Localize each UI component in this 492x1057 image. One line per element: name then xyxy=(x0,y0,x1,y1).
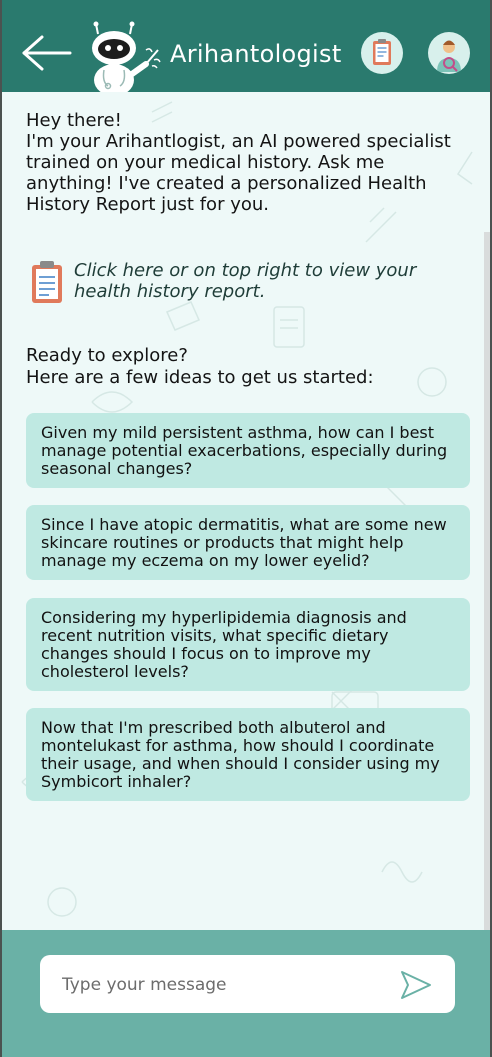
health-report-link[interactable]: Click here or on top right to view your … xyxy=(26,260,466,304)
clipboard-icon xyxy=(32,261,62,303)
send-icon xyxy=(401,971,431,999)
profile-button[interactable] xyxy=(428,32,470,74)
app-window: Arihantologist Hey there! I'm your Ariha… xyxy=(0,0,492,1057)
explore-prompt: Ready to explore? Here are a few ideas t… xyxy=(26,345,466,389)
suggestion-chip[interactable]: Now that I'm prescribed both albuterol a… xyxy=(26,708,470,801)
explore-title: Ready to explore? xyxy=(26,345,188,366)
greeting-message: Hey there! I'm your Arihantlogist, an AI… xyxy=(26,110,466,215)
suggestion-chip[interactable]: Since I have atopic dermatitis, what are… xyxy=(26,505,470,580)
back-button[interactable] xyxy=(20,34,76,74)
message-input[interactable] xyxy=(60,969,384,1001)
health-report-button[interactable] xyxy=(361,32,403,74)
greeting-line: Hey there! xyxy=(26,110,122,131)
chat-area[interactable]: Hey there! I'm your Arihantlogist, an AI… xyxy=(2,92,490,1008)
health-report-link-text[interactable]: Click here or on top right to view your … xyxy=(74,260,466,302)
arrow-left-icon xyxy=(22,35,72,71)
clipboard-icon xyxy=(373,39,391,65)
send-button[interactable] xyxy=(398,968,434,1002)
suggestion-chip[interactable]: Considering my hyperlipidemia diagnosis … xyxy=(26,598,470,691)
chat-scrollbar[interactable] xyxy=(484,232,490,1008)
suggestion-chip[interactable]: Given my mild persistent asthma, how can… xyxy=(26,413,470,488)
message-composer xyxy=(2,930,490,1057)
explore-subtitle: Here are a few ideas to get us started: xyxy=(26,367,374,388)
message-input-box[interactable] xyxy=(40,955,455,1013)
greeting-line: I'm your Arihantlogist, an AI powered sp… xyxy=(26,131,451,215)
doctor-avatar-icon xyxy=(437,40,461,72)
header-bar: Arihantologist xyxy=(2,0,490,96)
robot-mascot-icon xyxy=(86,20,166,96)
app-title: Arihantologist xyxy=(170,40,342,68)
